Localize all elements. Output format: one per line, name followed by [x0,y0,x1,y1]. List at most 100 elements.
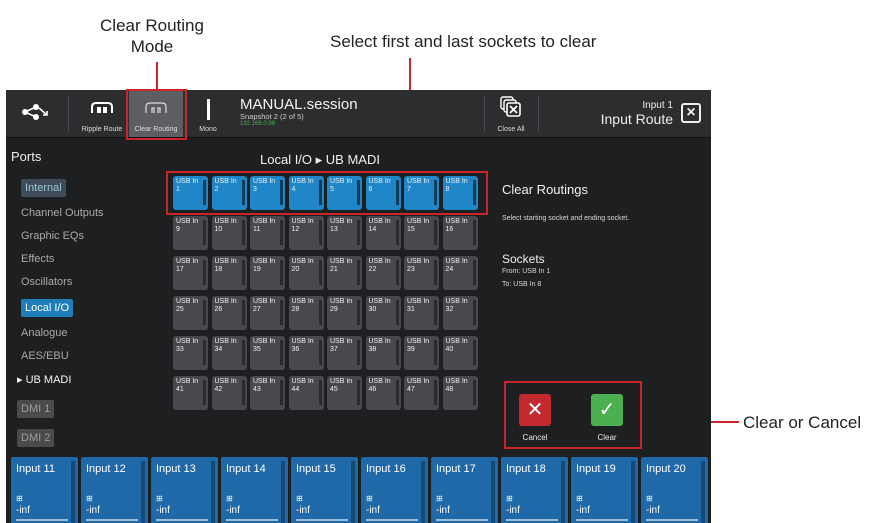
socket-usb-in-43[interactable]: USB In 43 [250,376,285,410]
socket-usb-in-34[interactable]: USB In 34 [211,336,247,370]
channel-strip[interactable]: Input 18 ⊞ -inf [501,457,568,523]
port-ub-madi[interactable]: ▸ UB MADI [17,373,71,386]
socket-usb-in-23[interactable]: USB In 23 [404,256,439,290]
socket-label: USB In 18 [214,258,237,273]
socket-usb-in-38[interactable]: USB In 38 [365,336,401,370]
mono-icon [207,99,210,120]
close-icon[interactable]: × [681,103,701,123]
channel-level: -inf [436,505,450,516]
socket-usb-in-11[interactable]: USB In 11 [250,216,285,250]
socket-usb-in-27[interactable]: USB In 27 [250,296,285,330]
port-category-internal[interactable]: Internal [21,179,66,197]
socket-usb-in-10[interactable]: USB In 10 [211,216,247,250]
socket-usb-in-48[interactable]: USB In 48 [442,376,478,410]
channel-strip[interactable]: Input 20 ⊞ -inf [641,457,708,523]
socket-usb-in-47[interactable]: USB In 47 [404,376,439,410]
socket-indicator [472,300,476,325]
socket-usb-in-35[interactable]: USB In 35 [250,336,285,370]
port-category-dmi2[interactable]: DMI 2 [17,429,55,447]
channel-fader[interactable] [506,519,558,521]
socket-label: USB In 23 [407,258,430,273]
channel-fader[interactable] [366,519,418,521]
channel-fader[interactable] [296,519,348,521]
channel-fader[interactable] [576,519,628,521]
route-channel-name: Input 1 [642,100,673,111]
channel-fader[interactable] [86,519,138,521]
port-category-local-io[interactable]: Local I/O [21,299,74,317]
port-oscillators[interactable]: Oscillators [21,276,72,288]
ripple-route-icon [91,102,113,113]
socket-indicator [280,260,283,285]
close-all-button[interactable]: Close All [486,90,536,137]
socket-usb-in-14[interactable]: USB In 14 [365,216,401,250]
socket-usb-in-17[interactable]: USB In 17 [173,256,208,290]
socket-usb-in-42[interactable]: USB In 42 [211,376,247,410]
channel-meter [491,461,495,523]
mono-button[interactable]: Mono [186,90,230,137]
channel-strip[interactable]: Input 14 ⊞ -inf [221,457,288,523]
socket-usb-in-25[interactable]: USB In 25 [173,296,208,330]
channel-level: -inf [646,505,660,516]
socket-usb-in-45[interactable]: USB In 45 [327,376,362,410]
ripple-menu-button[interactable] [6,90,66,137]
port-analogue[interactable]: Analogue [21,327,68,339]
channel-name: Input 17 [436,463,476,475]
channel-fader[interactable] [646,519,698,521]
socket-usb-in-13[interactable]: USB In 13 [327,216,362,250]
port-effects[interactable]: Effects [21,253,54,265]
socket-usb-in-9[interactable]: USB In 9 [173,216,208,250]
channel-fader[interactable] [16,519,68,521]
channel-strip[interactable]: Input 13 ⊞ -inf [151,457,218,523]
socket-usb-in-12[interactable]: USB In 12 [288,216,324,250]
channel-meter [141,461,145,523]
socket-label: USB In 27 [253,298,276,313]
socket-indicator [395,380,399,405]
socket-label: USB In 36 [291,338,314,353]
channel-strip[interactable]: Input 16 ⊞ -inf [361,457,428,523]
socket-usb-in-15[interactable]: USB In 15 [404,216,439,250]
channel-strip[interactable]: Input 12 ⊞ -inf [81,457,148,523]
socket-usb-in-24[interactable]: USB In 24 [442,256,478,290]
channel-strip[interactable]: Input 17 ⊞ -inf [431,457,498,523]
socket-usb-in-37[interactable]: USB In 37 [327,336,362,370]
socket-usb-in-33[interactable]: USB In 33 [173,336,208,370]
socket-usb-in-44[interactable]: USB In 44 [288,376,324,410]
socket-label: USB In 20 [291,258,314,273]
socket-indicator [280,380,283,405]
channel-strip[interactable]: Input 15 ⊞ -inf [291,457,358,523]
socket-usb-in-16[interactable]: USB In 16 [442,216,478,250]
socket-indicator [472,380,476,405]
socket-usb-in-26[interactable]: USB In 26 [211,296,247,330]
socket-indicator [357,300,360,325]
socket-indicator [395,340,399,365]
channel-fader[interactable] [436,519,488,521]
channel-fader[interactable] [226,519,278,521]
socket-usb-in-20[interactable]: USB In 20 [288,256,324,290]
socket-usb-in-18[interactable]: USB In 18 [211,256,247,290]
channel-fader[interactable] [156,519,208,521]
socket-usb-in-30[interactable]: USB In 30 [365,296,401,330]
socket-usb-in-36[interactable]: USB In 36 [288,336,324,370]
ripple-route-button[interactable]: Ripple Route [76,90,128,137]
socket-usb-in-32[interactable]: USB In 32 [442,296,478,330]
socket-usb-in-21[interactable]: USB In 21 [327,256,362,290]
socket-label: USB In 16 [445,218,468,233]
port-channel-outputs[interactable]: Channel Outputs [21,207,104,219]
socket-usb-in-46[interactable]: USB In 46 [365,376,401,410]
socket-usb-in-28[interactable]: USB In 28 [288,296,324,330]
session-name[interactable]: MANUAL.session [240,96,358,113]
socket-usb-in-19[interactable]: USB In 19 [250,256,285,290]
socket-usb-in-39[interactable]: USB In 39 [404,336,439,370]
channel-strip[interactable]: Input 19 ⊞ -inf [571,457,638,523]
port-graphic-eqs[interactable]: Graphic EQs [21,230,84,242]
port-category-dmi1[interactable]: DMI 1 [17,400,55,418]
sockets-to: To: USB In 8 [502,281,542,288]
port-aes-ebu[interactable]: AES/EBU [21,350,69,362]
socket-usb-in-31[interactable]: USB In 31 [404,296,439,330]
channel-strip[interactable]: Input 11 ⊞ -inf [11,457,78,523]
socket-usb-in-22[interactable]: USB In 22 [365,256,401,290]
socket-indicator [241,220,245,245]
socket-usb-in-40[interactable]: USB In 40 [442,336,478,370]
socket-usb-in-29[interactable]: USB In 29 [327,296,362,330]
socket-usb-in-41[interactable]: USB In 41 [173,376,208,410]
